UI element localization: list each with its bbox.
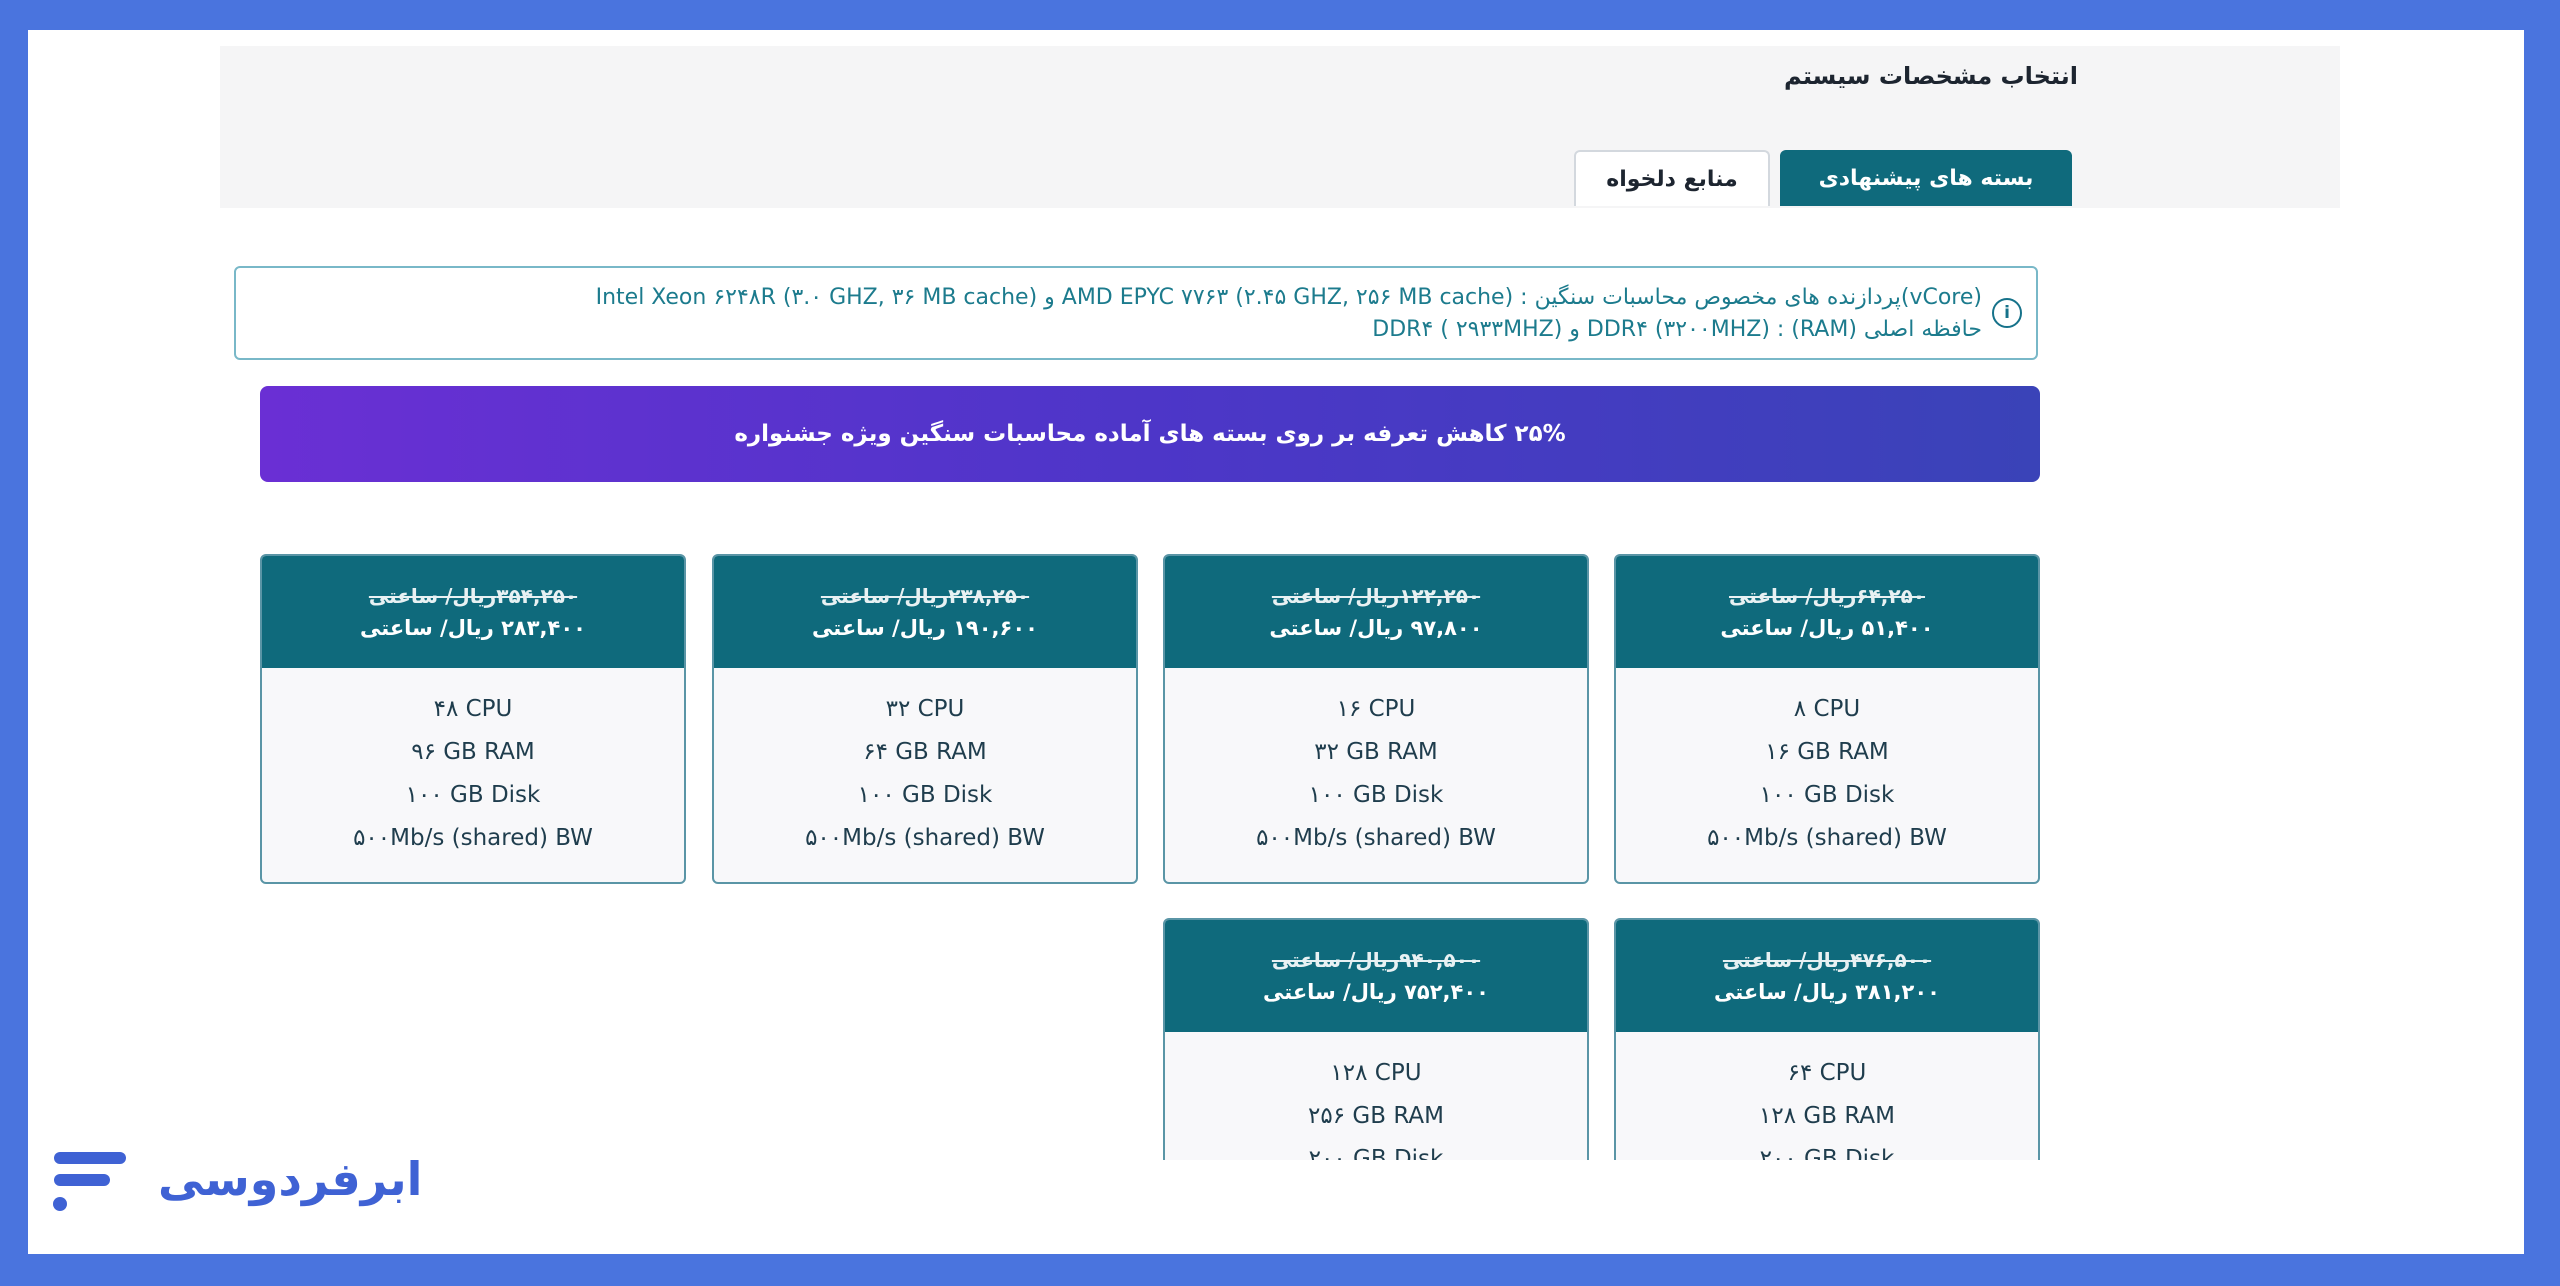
plan-specs: ۸ CPU ۱۶ GB RAM ۱۰۰ GB Disk ۵۰۰Mb/s (sha… — [1616, 668, 2038, 882]
new-price: ۵۱,۴۰۰ ریال/ ساعتی — [1720, 616, 1934, 640]
plan-price-header: ۱۲۲,۲۵۰ریال/ ساعتی ۹۷,۸۰۰ ریال/ ساعتی — [1165, 556, 1587, 668]
plan-card-32cpu[interactable]: ۲۳۸,۲۵۰ریال/ ساعتی ۱۹۰,۶۰۰ ریال/ ساعتی ۳… — [712, 554, 1138, 884]
spec-ram: ۲۵۶ GB RAM — [1308, 1103, 1444, 1129]
spec-cpu: ۴۸ CPU — [433, 696, 513, 722]
old-price: ۶۴,۲۵۰ریال/ ساعتی — [1728, 584, 1926, 608]
old-price: ۹۴۰,۵۰۰ریال/ ساعتی — [1271, 948, 1481, 972]
info-ram-line: حافظه اصلی (RAM) : (DDR۴ (۳۲۰۰MHZ و (DDR… — [1372, 317, 1982, 342]
promo-banner: ۲۵% کاهش تعرفه بر روی بسته های آماده محا… — [260, 386, 2040, 482]
plan-card-128cpu[interactable]: ۹۴۰,۵۰۰ریال/ ساعتی ۷۵۲,۴۰۰ ریال/ ساعتی ۱… — [1163, 918, 1589, 1160]
spec-disk: ۲۰۰ GB Disk — [1308, 1146, 1444, 1160]
new-price: ۱۹۰,۶۰۰ ریال/ ساعتی — [812, 616, 1038, 640]
page-title: انتخاب مشخصات سیستم — [1784, 62, 2078, 90]
new-price: ۳۸۱,۲۰۰ ریال/ ساعتی — [1714, 980, 1940, 1004]
plan-price-header: ۹۴۰,۵۰۰ریال/ ساعتی ۷۵۲,۴۰۰ ریال/ ساعتی — [1165, 920, 1587, 1032]
plan-card-48cpu[interactable]: ۳۵۴,۲۵۰ریال/ ساعتی ۲۸۳,۴۰۰ ریال/ ساعتی ۴… — [260, 554, 686, 884]
spec-disk: ۱۰۰ GB Disk — [405, 782, 541, 808]
spec-bandwidth: ۵۰۰Mb/s (shared) BW — [805, 825, 1045, 851]
new-price: ۲۸۳,۴۰۰ ریال/ ساعتی — [360, 616, 586, 640]
plan-card-16cpu[interactable]: ۱۲۲,۲۵۰ریال/ ساعتی ۹۷,۸۰۰ ریال/ ساعتی ۱۶… — [1163, 554, 1589, 884]
spec-disk: ۲۰۰ GB Disk — [1759, 1146, 1895, 1160]
plan-price-header: ۴۷۶,۵۰۰ریال/ ساعتی ۳۸۱,۲۰۰ ریال/ ساعتی — [1616, 920, 2038, 1032]
spec-ram: ۱۲۸ GB RAM — [1759, 1103, 1895, 1129]
info-icon: i — [1992, 298, 2022, 328]
plan-price-header: ۲۳۸,۲۵۰ریال/ ساعتی ۱۹۰,۶۰۰ ریال/ ساعتی — [714, 556, 1136, 668]
new-price: ۹۷,۸۰۰ ریال/ ساعتی — [1269, 616, 1483, 640]
ferdowsi-logo-icon — [53, 1152, 126, 1211]
plan-card-8cpu[interactable]: ۶۴,۲۵۰ریال/ ساعتی ۵۱,۴۰۰ ریال/ ساعتی ۸ C… — [1614, 554, 2040, 884]
plan-specs: ۴۸ CPU ۹۶ GB RAM ۱۰۰ GB Disk ۵۰۰Mb/s (sh… — [262, 668, 684, 882]
app-window: انتخاب مشخصات سیستم بسته های پیشنهادی من… — [220, 46, 2340, 1160]
app-header: انتخاب مشخصات سیستم بسته های پیشنهادی من… — [220, 46, 2340, 208]
spec-ram: ۱۶ GB RAM — [1765, 739, 1889, 765]
tab-custom-resources[interactable]: منابع دلخواه — [1574, 150, 1770, 206]
spec-cpu: ۶۴ CPU — [1787, 1060, 1867, 1086]
old-price: ۱۲۲,۲۵۰ریال/ ساعتی — [1271, 584, 1481, 608]
spec-cpu: ۳۲ CPU — [885, 696, 965, 722]
plan-price-header: ۳۵۴,۲۵۰ریال/ ساعتی ۲۸۳,۴۰۰ ریال/ ساعتی — [262, 556, 684, 668]
spec-cpu: ۱۶ CPU — [1336, 696, 1416, 722]
spec-bandwidth: ۵۰۰Mb/s (shared) BW — [353, 825, 593, 851]
new-price: ۷۵۲,۴۰۰ ریال/ ساعتی — [1263, 980, 1489, 1004]
info-box: i (vCore)پردازنده های مخصوص محاسبات سنگی… — [234, 266, 2038, 360]
spec-disk: ۱۰۰ GB Disk — [1308, 782, 1444, 808]
promo-text: ۲۵% کاهش تعرفه بر روی بسته های آماده محا… — [734, 421, 1566, 447]
plan-card-64cpu[interactable]: ۴۷۶,۵۰۰ریال/ ساعتی ۳۸۱,۲۰۰ ریال/ ساعتی ۶… — [1614, 918, 2040, 1160]
tab-suggested-packages[interactable]: بسته های پیشنهادی — [1780, 150, 2072, 206]
brand-logo: ابرفردوسی — [50, 1142, 422, 1218]
plan-specs: ۱۲۸ CPU ۲۵۶ GB RAM ۲۰۰ GB Disk — [1165, 1032, 1587, 1160]
plan-specs: ۳۲ CPU ۶۴ GB RAM ۱۰۰ GB Disk ۵۰۰Mb/s (sh… — [714, 668, 1136, 882]
old-price: ۳۵۴,۲۵۰ریال/ ساعتی — [368, 584, 578, 608]
spec-cpu: ۱۲۸ CPU — [1330, 1060, 1422, 1086]
old-price: ۲۳۸,۲۵۰ریال/ ساعتی — [820, 584, 1030, 608]
screenshot-frame: انتخاب مشخصات سیستم بسته های پیشنهادی من… — [28, 30, 2524, 1254]
plan-specs: ۱۶ CPU ۳۲ GB RAM ۱۰۰ GB Disk ۵۰۰Mb/s (sh… — [1165, 668, 1587, 882]
spec-disk: ۱۰۰ GB Disk — [857, 782, 993, 808]
spec-bandwidth: ۵۰۰Mb/s (shared) BW — [1256, 825, 1496, 851]
spec-ram: ۹۶ GB RAM — [411, 739, 535, 765]
old-price: ۴۷۶,۵۰۰ریال/ ساعتی — [1722, 948, 1932, 972]
plan-price-header: ۶۴,۲۵۰ریال/ ساعتی ۵۱,۴۰۰ ریال/ ساعتی — [1616, 556, 2038, 668]
plan-specs: ۶۴ CPU ۱۲۸ GB RAM ۲۰۰ GB Disk — [1616, 1032, 2038, 1160]
info-processor-line: (vCore)پردازنده های مخصوص محاسبات سنگین … — [595, 285, 1982, 310]
spec-cpu: ۸ CPU — [1793, 696, 1861, 722]
brand-name: ابرفردوسی — [158, 1152, 423, 1206]
spec-disk: ۱۰۰ GB Disk — [1759, 782, 1895, 808]
spec-bandwidth: ۵۰۰Mb/s (shared) BW — [1707, 825, 1947, 851]
spec-ram: ۶۴ GB RAM — [863, 739, 987, 765]
spec-ram: ۳۲ GB RAM — [1314, 739, 1438, 765]
